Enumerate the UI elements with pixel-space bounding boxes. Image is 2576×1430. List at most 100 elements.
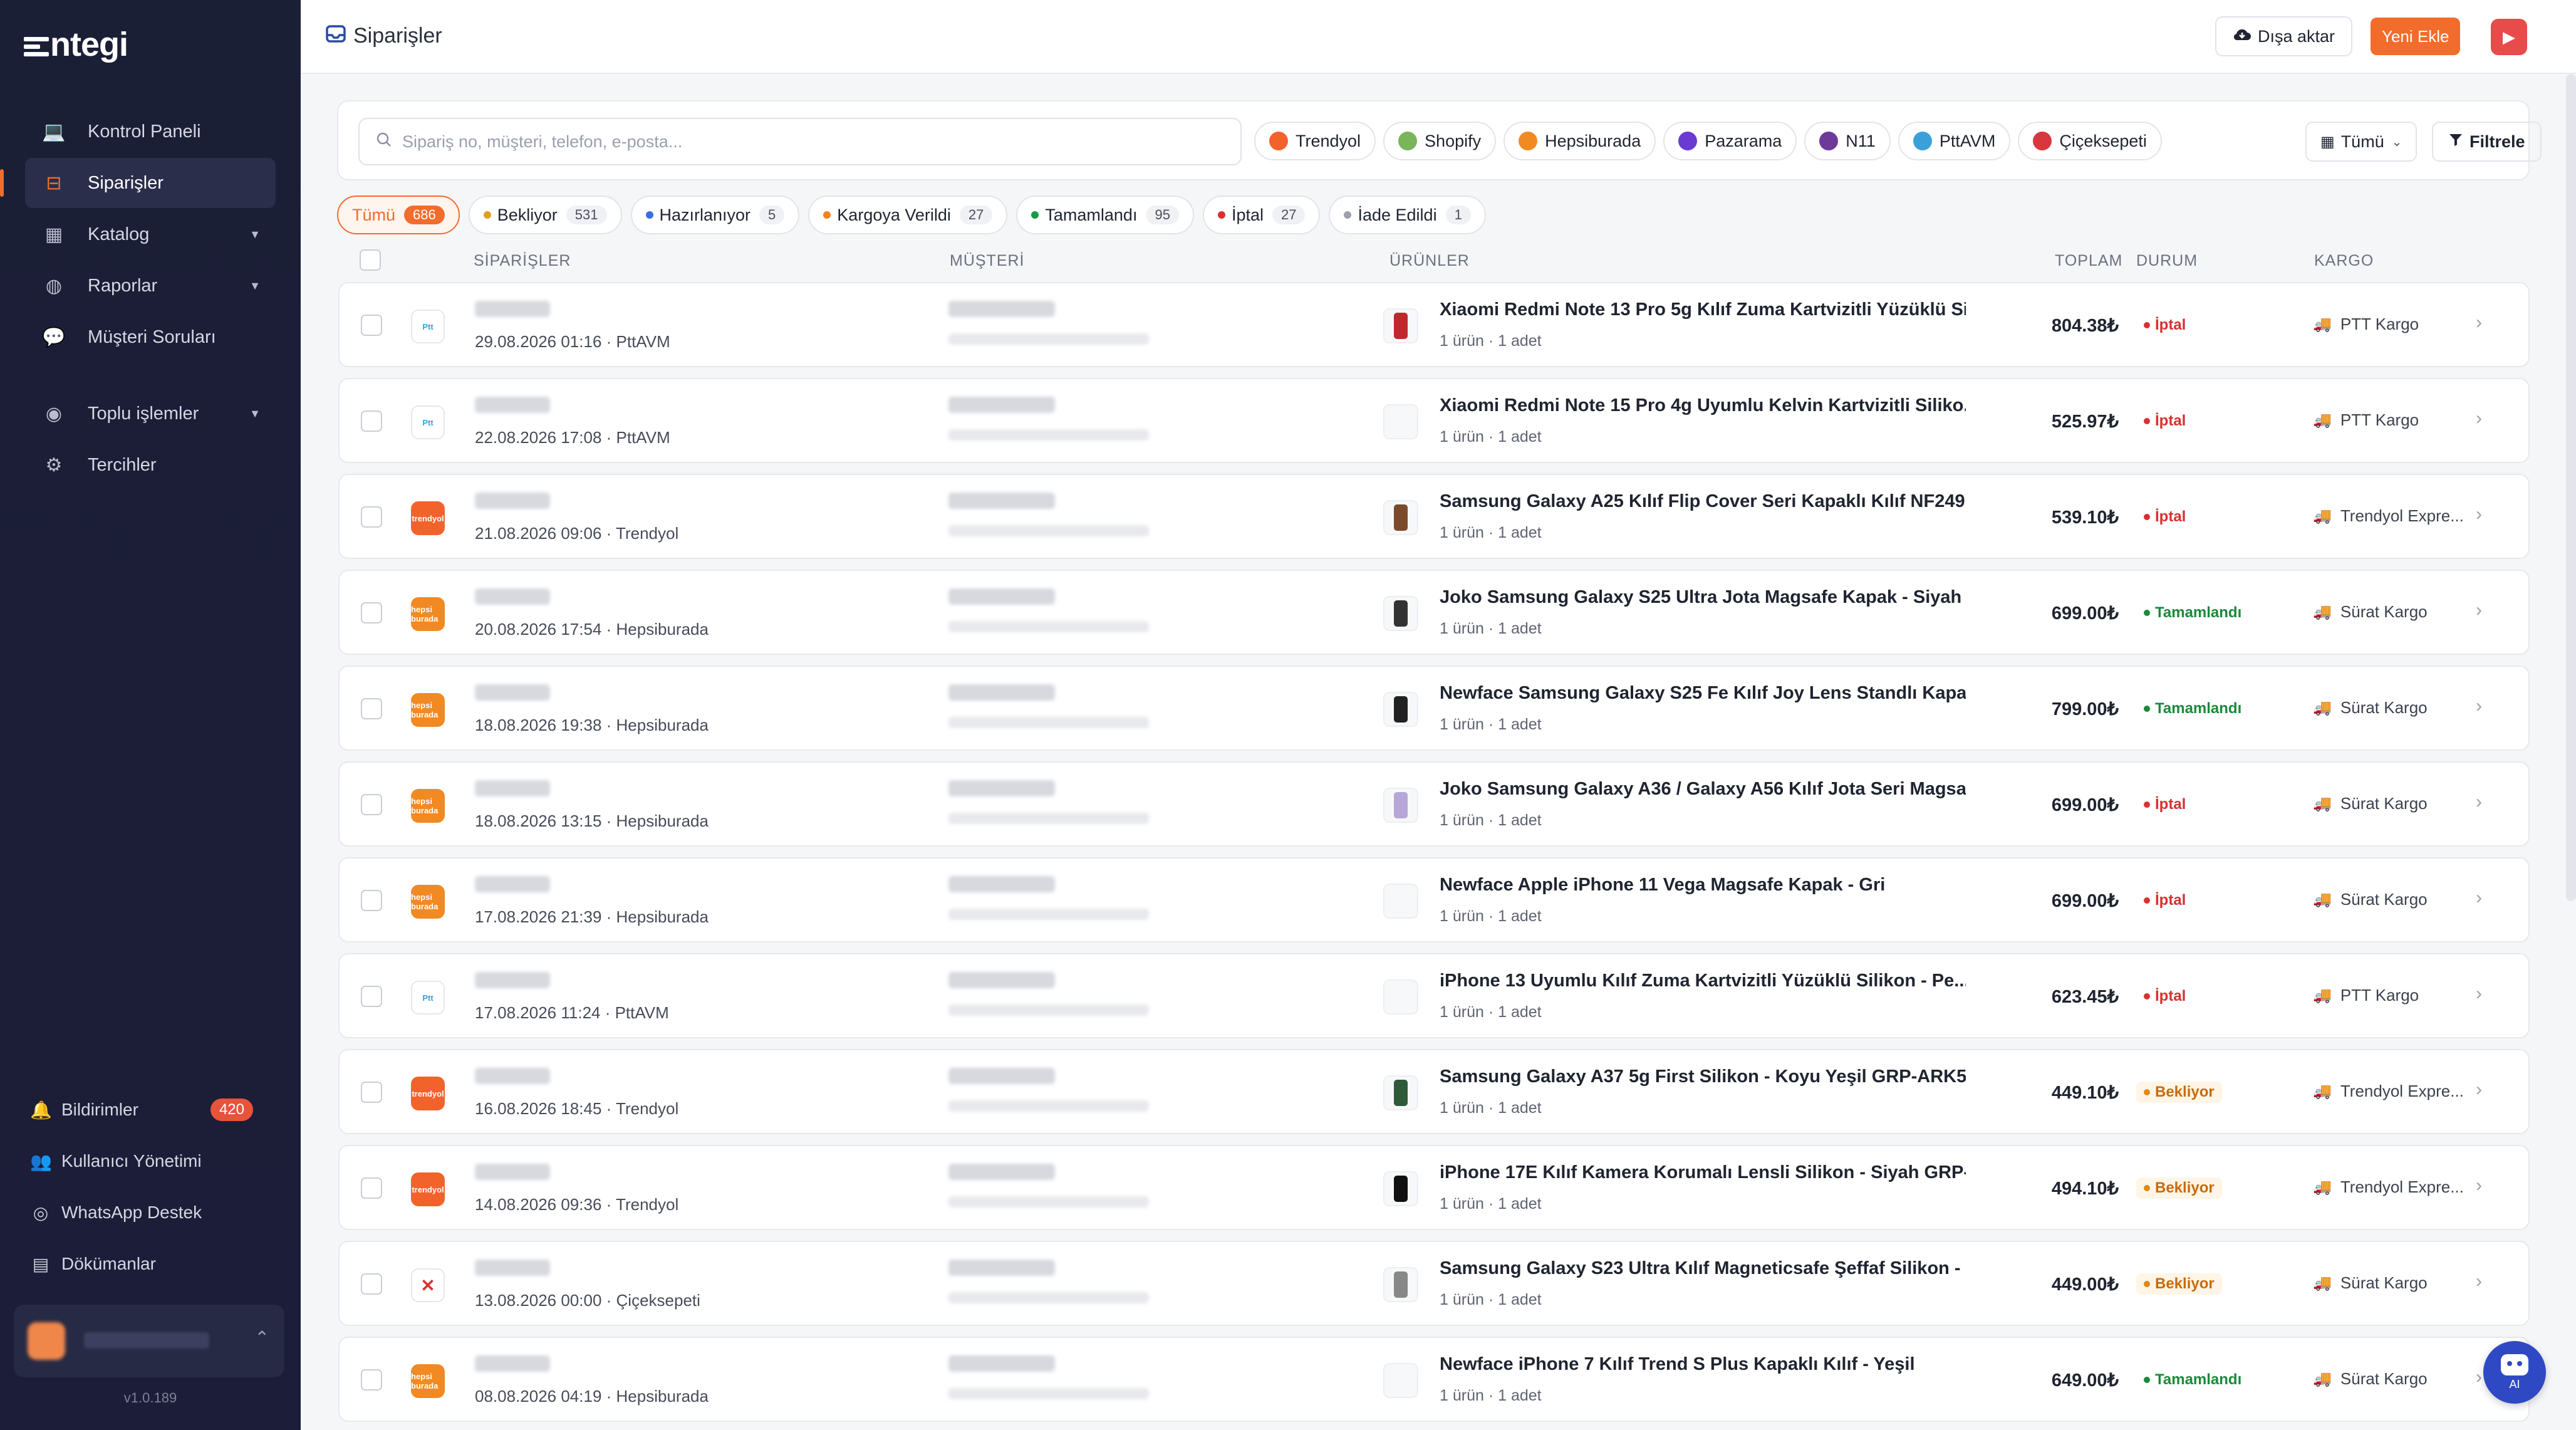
truck-icon: 🚚 — [2313, 699, 2332, 716]
marketplace-chip-5[interactable]: PttAVM — [1898, 122, 2011, 160]
row-checkbox[interactable] — [361, 986, 382, 1007]
product-meta: 1 ürün · 1 adet — [1440, 716, 1542, 733]
row-checkbox[interactable] — [361, 794, 382, 815]
table-row[interactable]: trendyol 21.08.2026 09:06 · Trendyol Sam… — [338, 474, 2530, 559]
sidebar-bottom-bell[interactable]: 🔔 Bildirimler 420 — [25, 1084, 276, 1135]
table-row[interactable]: Ptt 22.08.2026 17:08 · PttAVM Xiaomi Red… — [338, 378, 2530, 463]
row-checkbox[interactable] — [361, 410, 382, 432]
date-range-select[interactable]: ▦ Tümü ⌄ — [2305, 122, 2418, 162]
order-total: 699.00₺ — [2051, 795, 2119, 815]
user-card[interactable]: ⌃ — [14, 1305, 284, 1377]
sidebar-bottom-whatsapp[interactable]: ◎ WhatsApp Destek — [25, 1187, 276, 1238]
marketplace-chip-4[interactable]: N11 — [1804, 122, 1891, 160]
sidebar-item-sipari-ler[interactable]: ⊟ Siparişler — [0, 158, 276, 208]
status-tab-3[interactable]: Kargoya Verildi 27 — [808, 196, 1008, 234]
add-new-button[interactable]: Yeni Ekle — [2371, 18, 2461, 55]
table-row[interactable]: hepsi burada 08.08.2026 04:19 · Hepsibur… — [338, 1337, 2530, 1422]
chevron-right-icon[interactable]: › — [2476, 887, 2482, 909]
export-button[interactable]: Dışa aktar — [2215, 16, 2353, 56]
sidebar-item-katalog[interactable]: ▦ Katalog ▼ — [25, 209, 276, 259]
truck-icon: 🚚 — [2313, 795, 2332, 812]
status-tab-0[interactable]: Tümü 686 — [337, 196, 460, 234]
status-badge: İptal — [2136, 986, 2193, 1007]
row-checkbox[interactable] — [361, 1177, 382, 1199]
bell-icon: 🔔 — [30, 1100, 52, 1120]
search-input[interactable]: Sipariş no, müşteri, telefon, e-posta... — [358, 118, 1242, 165]
sidebar-bottom-users[interactable]: 👥 Kullanıcı Yönetimi — [25, 1135, 276, 1187]
chevron-right-icon[interactable]: › — [2476, 983, 2482, 1005]
chevron-right-icon[interactable]: › — [2476, 408, 2482, 429]
marketplace-chip-2[interactable]: Hepsiburada — [1504, 122, 1656, 160]
marketplace-chip-6[interactable]: Çiçeksepeti — [2018, 122, 2162, 160]
product-name: Newface iPhone 7 Kılıf Trend S Plus Kapa… — [1440, 1354, 1915, 1374]
caret-down-icon: ▼ — [249, 227, 261, 241]
status-tab-5[interactable]: İptal 27 — [1202, 196, 1321, 234]
marketplace-filters: Trendyol Shopify Hepsiburada Pazarama N1… — [1254, 122, 2162, 160]
sidebar-item-label: Raporlar — [88, 275, 158, 296]
product-thumbnail — [1383, 500, 1418, 535]
main-nav: 💻 Kontrol Paneli ⊟ Siparişler ▦ Katalog … — [0, 107, 276, 491]
ai-assistant-button[interactable]: AI — [2483, 1341, 2546, 1404]
sidebar-item-toplu-i-lemler[interactable]: ◉ Toplu işlemler ▼ — [25, 389, 276, 439]
truck-icon: 🚚 — [2313, 603, 2332, 620]
chevron-right-icon[interactable]: › — [2476, 1175, 2482, 1196]
table-row[interactable]: Ptt 29.08.2026 01:16 · PttAVM Xiaomi Red… — [338, 282, 2530, 367]
row-checkbox[interactable] — [361, 602, 382, 624]
status-badge: İptal — [2136, 890, 2193, 911]
marketplace-logo-icon: hepsi burada — [411, 789, 445, 823]
row-checkbox[interactable] — [361, 315, 382, 336]
status-tab-6[interactable]: İade Edildi 1 — [1329, 196, 1486, 234]
status-tab-2[interactable]: Hazırlanıyor 5 — [630, 196, 800, 234]
chevron-right-icon[interactable]: › — [2476, 1271, 2482, 1292]
status-dot-icon — [483, 211, 491, 219]
chevron-right-icon[interactable]: › — [2476, 791, 2482, 813]
status-dot-icon — [1031, 211, 1039, 219]
sidebar-item-label: Tercihler — [88, 454, 157, 475]
cloud-download-icon — [2233, 27, 2251, 46]
row-checkbox[interactable] — [361, 1082, 382, 1103]
table-row[interactable]: ✕ 13.08.2026 00:00 · Çiçeksepeti Samsung… — [338, 1241, 2530, 1326]
order-number-redacted — [475, 972, 550, 988]
status-tab-4[interactable]: Tamamlandı 95 — [1016, 196, 1194, 234]
table-row[interactable]: trendyol 16.08.2026 18:45 · Trendyol Sam… — [338, 1049, 2530, 1134]
chevron-right-icon[interactable]: › — [2476, 1079, 2482, 1100]
row-checkbox[interactable] — [361, 506, 382, 528]
table-row[interactable]: Ptt 17.08.2026 11:24 · PttAVM iPhone 13 … — [338, 953, 2530, 1038]
status-tab-1[interactable]: Bekliyor 531 — [468, 196, 622, 234]
order-date: 08.08.2026 04:19 · Hepsiburada — [475, 1387, 709, 1406]
chevron-right-icon[interactable]: › — [2476, 504, 2482, 525]
sidebar-item-tercihler[interactable]: ⚙ Tercihler — [25, 440, 276, 490]
chevron-right-icon[interactable]: › — [2476, 600, 2482, 621]
chevron-right-icon[interactable]: › — [2476, 312, 2482, 333]
customer-name-redacted — [948, 684, 1055, 701]
row-checkbox[interactable] — [361, 1369, 382, 1391]
marketplace-logo-icon — [1819, 132, 1839, 150]
row-checkbox[interactable] — [361, 890, 382, 911]
app-logo[interactable]: ntegi — [24, 25, 128, 64]
table-row[interactable]: trendyol 14.08.2026 09:36 · Trendyol iPh… — [338, 1145, 2530, 1230]
table-row[interactable]: hepsi burada 20.08.2026 17:54 · Hepsibur… — [338, 570, 2530, 655]
row-checkbox[interactable] — [361, 698, 382, 719]
table-row[interactable]: hepsi burada 18.08.2026 19:38 · Hepsibur… — [338, 665, 2530, 751]
customer-contact-redacted — [948, 429, 1149, 441]
marketplace-logo-icon: trendyol — [411, 1077, 445, 1110]
page-scrollbar[interactable] — [2566, 74, 2576, 901]
filter-button[interactable]: Filtrele — [2432, 122, 2542, 162]
table-row[interactable]: hepsi burada 17.08.2026 21:39 · Hepsibur… — [338, 857, 2530, 942]
play-icon[interactable]: ▶ — [2491, 19, 2527, 55]
select-all-checkbox[interactable] — [360, 249, 381, 271]
status-tabs: Tümü 686 Bekliyor 531 Hazırlanıyor 5 Kar… — [337, 196, 1486, 234]
table-row[interactable]: hepsi burada 18.08.2026 13:15 · Hepsibur… — [338, 761, 2530, 847]
sidebar-item-raporlar[interactable]: ◍ Raporlar ▼ — [25, 261, 276, 311]
sidebar-item-kontrol-paneli[interactable]: 💻 Kontrol Paneli — [25, 107, 276, 157]
marketplace-chip-1[interactable]: Shopify — [1383, 122, 1497, 160]
chevron-right-icon[interactable]: › — [2476, 696, 2482, 717]
sidebar-bottom-book[interactable]: ▤ Dökümanlar — [25, 1238, 276, 1290]
marketplace-chip-0[interactable]: Trendyol — [1254, 122, 1376, 160]
row-checkbox[interactable] — [361, 1273, 382, 1295]
sidebar-item-m-teri-sorular-[interactable]: 💬 Müşteri Soruları — [25, 312, 276, 362]
marketplace-chip-3[interactable]: Pazarama — [1663, 122, 1797, 160]
product-name: iPhone 13 Uyumlu Kılıf Zuma Kartvizitli … — [1440, 971, 1966, 991]
order-total: 449.10₺ — [2051, 1083, 2119, 1103]
chevron-right-icon[interactable]: › — [2476, 1367, 2482, 1388]
